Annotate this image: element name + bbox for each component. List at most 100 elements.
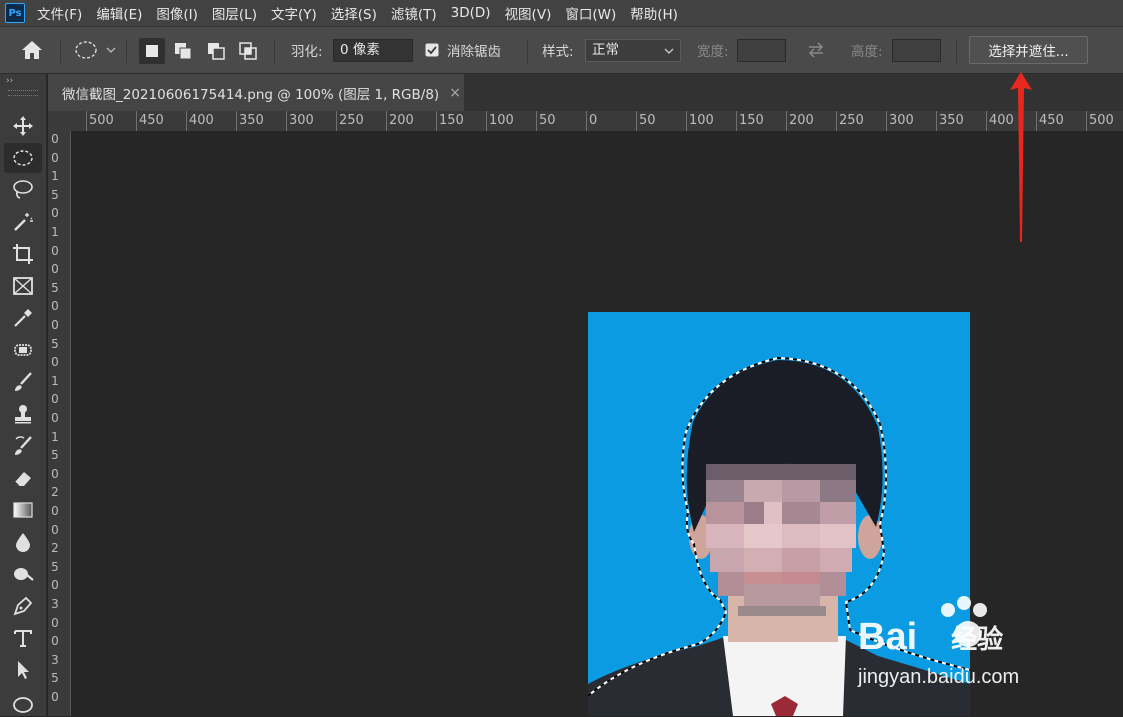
menu-image[interactable]: 图像(I) — [156, 3, 198, 23]
ruler-label: 400 — [189, 113, 214, 128]
eraser-icon[interactable] — [4, 463, 42, 493]
ruler-tick — [336, 111, 337, 131]
add-to-selection-icon[interactable] — [170, 38, 196, 64]
ruler-label: 2 — [51, 485, 59, 500]
history-brush-icon[interactable] — [4, 431, 42, 461]
menu-window[interactable]: 窗口(W) — [565, 3, 616, 23]
ruler-tick — [1086, 111, 1087, 131]
ruler-label: 3 — [51, 597, 59, 611]
height-input[interactable] — [892, 39, 941, 62]
menu-select[interactable]: 选择(S) — [331, 3, 377, 23]
shape-icon[interactable] — [4, 687, 42, 717]
type-icon[interactable] — [4, 623, 42, 653]
ruler-label: 50 — [639, 113, 656, 128]
ruler-label: 3 — [51, 652, 59, 667]
ruler-label: 0 — [51, 634, 59, 649]
divider — [527, 39, 528, 63]
chevron-down-icon — [664, 48, 674, 54]
elliptical-marquee-icon[interactable] — [4, 143, 42, 173]
crop-icon[interactable] — [4, 239, 42, 269]
ruler-label: 450 — [139, 113, 164, 128]
ruler-label: 0 — [51, 411, 59, 425]
watermark-brand-left: Bai — [858, 616, 918, 658]
frame-icon[interactable] — [4, 271, 42, 301]
magic-wand-icon[interactable] — [4, 207, 42, 237]
ruler-label: 0 — [51, 690, 59, 704]
ruler-label: 5 — [51, 559, 59, 574]
eyedropper-icon[interactable] — [4, 303, 42, 333]
menu-file[interactable]: 文件(F) — [37, 3, 82, 23]
document-tab[interactable]: 微信截图_20210606175414.png @ 100% (图层 1, RG… — [48, 74, 464, 111]
expand-panel-icon[interactable]: ›› — [6, 76, 13, 86]
antialias-checkbox[interactable]: 消除锯齿 — [425, 27, 501, 73]
ruler-label: 2 — [51, 541, 59, 556]
vertical-ruler[interactable]: 0 0 1 5 0 1 0 0 5 0 0 5 0 1 0 0 1 5 0 2 0 0 2 5 0 3 0 0 3 5 0 — [48, 131, 71, 716]
path-selection-icon[interactable] — [4, 655, 42, 685]
style-select[interactable]: 正常 — [585, 39, 681, 62]
ruler-label: 300 — [889, 113, 914, 128]
ruler-tick — [86, 111, 87, 131]
ruler-label: 0 — [51, 318, 59, 332]
ruler-tick — [286, 111, 287, 131]
ruler-tick — [486, 111, 487, 131]
ruler-label: 350 — [939, 113, 964, 128]
ruler-label: 200 — [389, 113, 414, 128]
blur-icon[interactable] — [4, 527, 42, 557]
clone-stamp-icon[interactable] — [4, 399, 42, 429]
gradient-icon[interactable] — [4, 495, 42, 525]
ruler-label: 5 — [51, 280, 59, 295]
ruler-label: 0 — [51, 522, 59, 537]
ruler-tick — [386, 111, 387, 131]
feather-input[interactable]: 0 像素 — [333, 39, 413, 62]
ruler-label: 5 — [51, 187, 59, 202]
width-input[interactable] — [737, 39, 786, 62]
horizontal-ruler[interactable]: 500 450 400 350 300 250 200 150 100 50 0 50 100 150 20… — [70, 111, 1123, 132]
ruler-label: 5 — [51, 671, 59, 686]
move-tool-icon[interactable] — [4, 111, 42, 141]
tool-preset-picker[interactable] — [74, 27, 120, 73]
panel-grip[interactable] — [8, 90, 38, 96]
healing-brush-icon[interactable] — [4, 335, 42, 365]
ruler-label: 0 — [51, 466, 59, 481]
ruler-label: 500 — [89, 113, 114, 128]
divider — [274, 39, 275, 63]
ruler-label: 500 — [1089, 113, 1114, 128]
checkbox-checked-icon — [425, 43, 439, 57]
menu-edit[interactable]: 编辑(E) — [96, 3, 142, 23]
document-tab-title: 微信截图_20210606175414.png @ 100% (图层 1, RG… — [62, 86, 440, 103]
select-and-mask-button[interactable]: 选择并遮住... — [969, 36, 1088, 64]
ruler-label: 250 — [339, 113, 364, 128]
menu-view[interactable]: 视图(V) — [505, 3, 552, 23]
menu-3d[interactable]: 3D(D) — [451, 5, 491, 21]
ruler-label: 0 — [51, 615, 59, 630]
ruler-label: 0 — [51, 262, 59, 277]
watermark-brand-right: 经验 — [951, 624, 1004, 654]
menu-type[interactable]: 文字(Y) — [271, 3, 317, 23]
menu-help[interactable]: 帮助(H) — [630, 3, 678, 23]
dodge-icon[interactable] — [4, 559, 42, 589]
ruler-label: 0 — [51, 150, 59, 165]
close-tab-icon[interactable]: × — [449, 85, 461, 101]
ruler-label: 0 — [51, 392, 59, 407]
annotation-arrow-icon — [1010, 72, 1032, 242]
ruler-tick — [986, 111, 987, 131]
swap-dimensions-icon[interactable] — [806, 27, 826, 73]
ruler-tick — [436, 111, 437, 131]
menu-bar: Ps 文件(F) 编辑(E) 图像(I) 图层(L) 文字(Y) 选择(S) 滤… — [0, 0, 1123, 26]
menu-layer[interactable]: 图层(L) — [212, 3, 257, 23]
ruler-label: 0 — [51, 206, 59, 221]
home-icon[interactable] — [20, 27, 44, 73]
ruler-tick — [836, 111, 837, 131]
pen-icon[interactable] — [4, 591, 42, 621]
width-label: 宽度: — [697, 44, 729, 60]
subtract-from-selection-icon[interactable] — [203, 38, 229, 64]
lasso-icon[interactable] — [4, 175, 42, 205]
tools-panel: ›› — [0, 74, 47, 716]
menu-filter[interactable]: 滤镜(T) — [391, 3, 437, 23]
new-selection-icon[interactable] — [139, 38, 165, 64]
feather-label: 羽化: — [291, 44, 323, 60]
intersect-selection-icon[interactable] — [235, 38, 261, 64]
ruler-tick — [786, 111, 787, 131]
brush-icon[interactable] — [4, 367, 42, 397]
ruler-label: 5 — [51, 336, 59, 351]
